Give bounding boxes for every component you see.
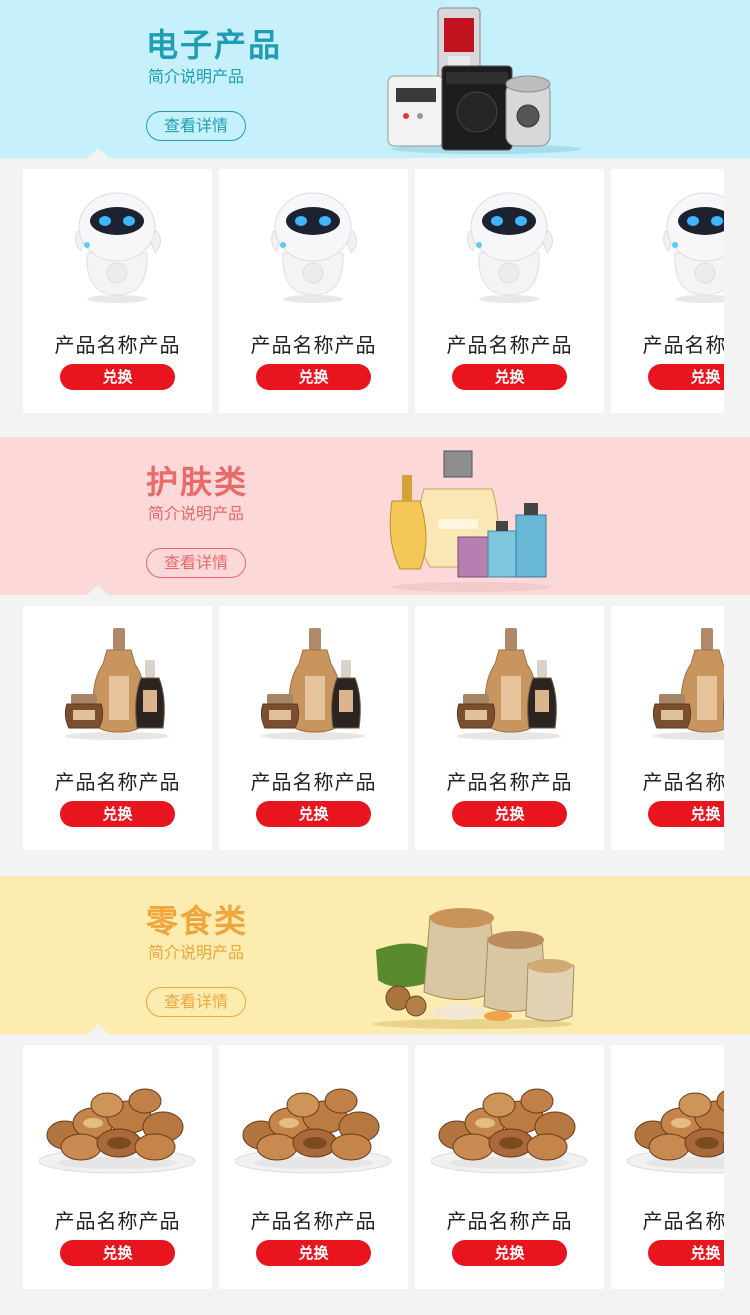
product-name: 产品名称产品 xyxy=(642,770,725,794)
redeem-button[interactable]: 兑换 xyxy=(648,364,724,390)
product-name: 产品名称产品 xyxy=(250,770,377,794)
redeem-button[interactable]: 兑换 xyxy=(60,1240,175,1266)
category-banner: 电子产品简介说明产品查看详情 xyxy=(0,0,750,159)
product-card[interactable]: 产品名称产品兑换 xyxy=(219,606,408,850)
product-name: 产品名称产品 xyxy=(54,333,181,357)
product-name: 产品名称产品 xyxy=(642,333,725,357)
view-details-button[interactable]: 查看详情 xyxy=(146,987,246,1017)
product-card[interactable]: 产品名称产品兑换 xyxy=(23,169,212,413)
product-name: 产品名称产品 xyxy=(446,1209,573,1233)
category-title: 零食类 xyxy=(146,902,249,940)
product-name: 产品名称产品 xyxy=(446,333,573,357)
category-banner: 护肤类简介说明产品查看详情 xyxy=(0,437,750,596)
home-appliances-icon xyxy=(387,7,582,154)
redeem-button[interactable]: 兑换 xyxy=(452,801,567,827)
product-name: 产品名称产品 xyxy=(250,1209,377,1233)
banner-notch xyxy=(86,585,110,596)
product-name: 产品名称产品 xyxy=(54,770,181,794)
banner-notch xyxy=(86,148,110,159)
pecan-plate-icon xyxy=(234,1088,392,1174)
product-card[interactable]: 产品名称产品兑换 xyxy=(611,1045,724,1289)
redeem-button[interactable]: 兑换 xyxy=(452,364,567,390)
serum-bottles-icon xyxy=(64,627,170,741)
product-card[interactable]: 产品名称产品兑换 xyxy=(415,169,604,413)
redeem-button[interactable]: 兑换 xyxy=(256,364,371,390)
pecan-plate-icon xyxy=(38,1088,196,1174)
product-card[interactable]: 产品名称产品兑换 xyxy=(219,1045,408,1289)
banner-notch xyxy=(86,1024,110,1035)
robot-speaker-icon xyxy=(467,192,554,304)
product-carousel[interactable]: 产品名称产品兑换产品名称产品兑换产品名称产品兑换产品名称产品兑换 xyxy=(0,606,724,850)
product-carousel[interactable]: 产品名称产品兑换产品名称产品兑换产品名称产品兑换产品名称产品兑换 xyxy=(0,169,724,413)
product-card[interactable]: 产品名称产品兑换 xyxy=(415,606,604,850)
redeem-button[interactable]: 兑换 xyxy=(648,1240,724,1266)
redeem-button[interactable]: 兑换 xyxy=(452,1240,567,1266)
product-name: 产品名称产品 xyxy=(642,1209,725,1233)
robot-speaker-icon xyxy=(271,192,358,304)
view-details-button[interactable]: 查看详情 xyxy=(146,111,246,141)
category-section-snacks: 零食类 简介说明产品 查看详情 产品名称产品 兑换 产品名称产品 兑换 产品名称产品 兑换 产品名… xyxy=(0,876,750,1315)
product-name: 产品名称产品 xyxy=(54,1209,181,1233)
pecan-plate-icon xyxy=(626,1088,724,1174)
category-section-electronics: 电子产品 简介说明产品 查看详情 产品名称产品 兑换 产品名称产品 兑换 产品名称产品 兑换 产品… xyxy=(0,0,750,439)
category-section-skincare: 护肤类 简介说明产品 查看详情 产品名称产品 兑换 产品名称产品 兑换 产品名称产品 兑换 产品名… xyxy=(0,437,750,876)
product-card[interactable]: 产品名称产品兑换 xyxy=(611,606,724,850)
product-card[interactable]: 产品名称产品兑换 xyxy=(219,169,408,413)
category-subtitle: 简介说明产品 xyxy=(148,504,245,523)
product-card[interactable]: 产品名称产品兑换 xyxy=(23,606,212,850)
product-card[interactable]: 产品名称产品兑换 xyxy=(23,1045,212,1289)
category-subtitle: 简介说明产品 xyxy=(148,67,245,86)
redeem-button[interactable]: 兑换 xyxy=(256,1240,371,1266)
pecan-plate-icon xyxy=(430,1088,588,1174)
robot-speaker-icon xyxy=(663,192,724,304)
redeem-button[interactable]: 兑换 xyxy=(256,801,371,827)
serum-bottles-icon xyxy=(652,627,724,741)
category-banner: 零食类简介说明产品查看详情 xyxy=(0,876,750,1035)
redeem-button[interactable]: 兑换 xyxy=(648,801,724,827)
product-card[interactable]: 产品名称产品兑换 xyxy=(611,169,724,413)
category-title: 护肤类 xyxy=(146,463,249,501)
serum-bottles-icon xyxy=(260,627,366,741)
redeem-button[interactable]: 兑换 xyxy=(60,364,175,390)
category-subtitle: 简介说明产品 xyxy=(148,943,245,962)
robot-speaker-icon xyxy=(75,192,162,304)
nut-sacks-icon xyxy=(372,907,575,1030)
product-card[interactable]: 产品名称产品兑换 xyxy=(415,1045,604,1289)
redeem-button[interactable]: 兑换 xyxy=(60,801,175,827)
view-details-button[interactable]: 查看详情 xyxy=(146,548,246,578)
product-name: 产品名称产品 xyxy=(446,770,573,794)
perfume-bottles-icon xyxy=(389,450,552,593)
product-name: 产品名称产品 xyxy=(250,333,377,357)
serum-bottles-icon xyxy=(456,627,562,741)
category-title: 电子产品 xyxy=(146,26,283,64)
product-carousel[interactable]: 产品名称产品兑换产品名称产品兑换产品名称产品兑换产品名称产品兑换 xyxy=(0,1045,724,1289)
